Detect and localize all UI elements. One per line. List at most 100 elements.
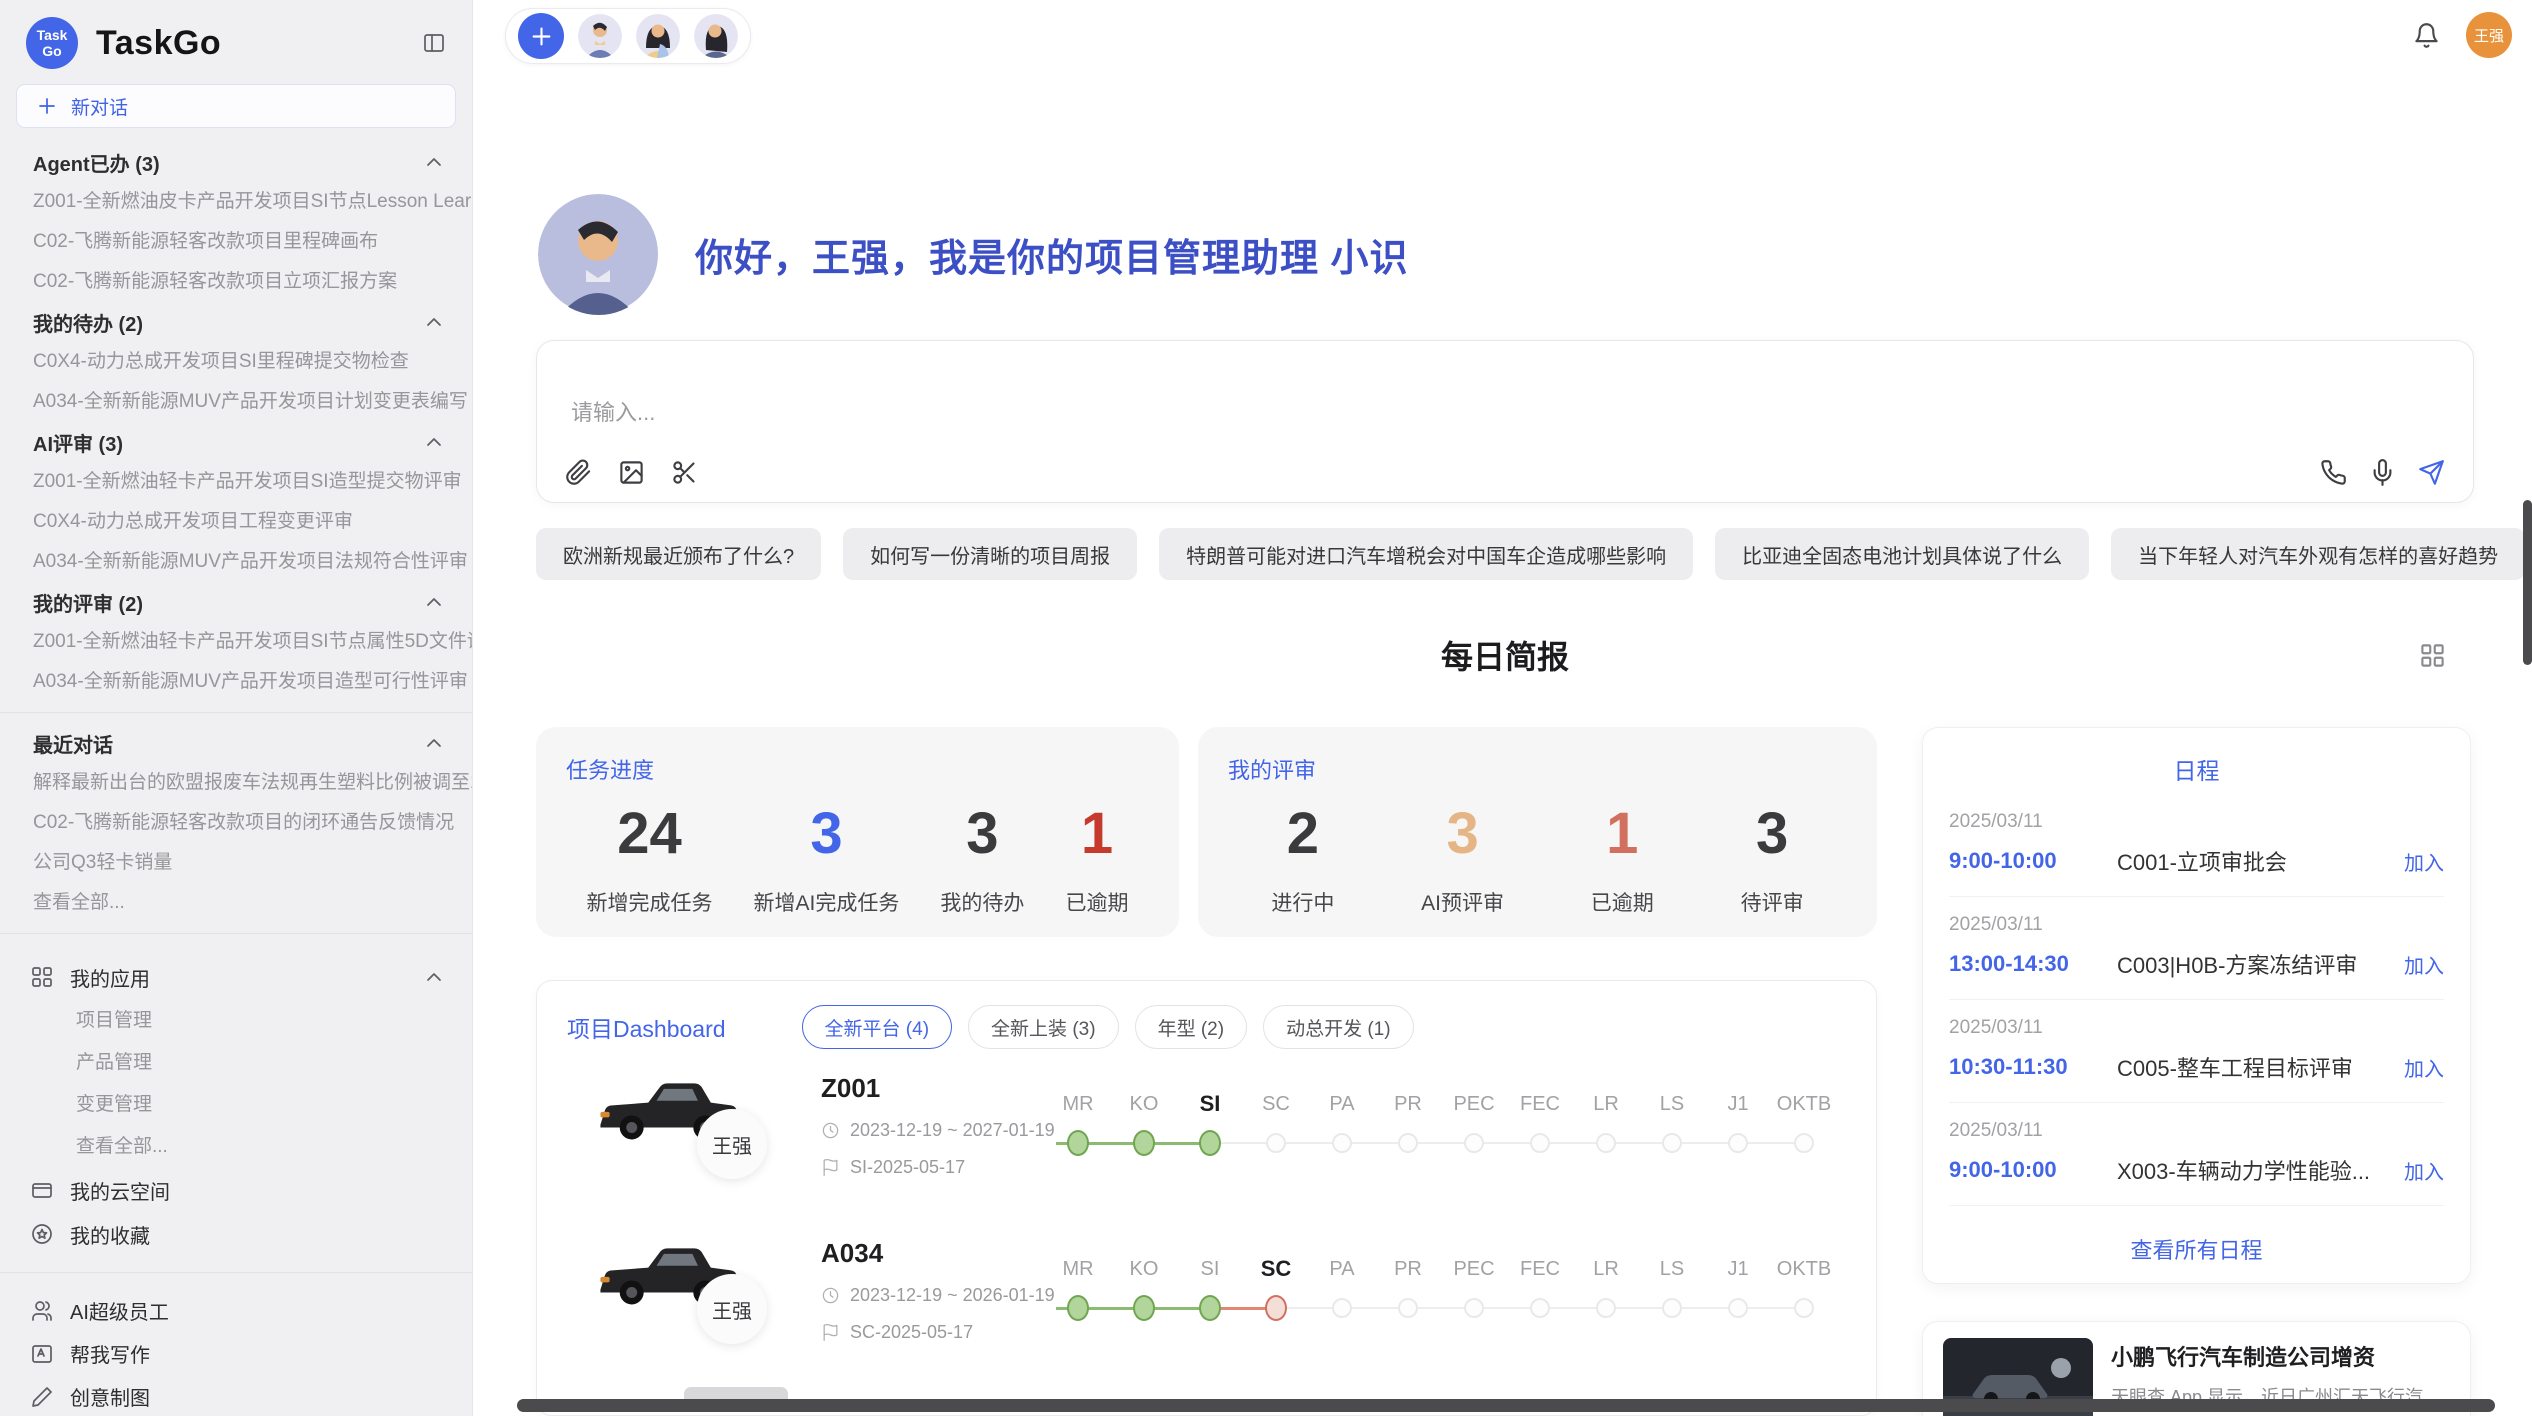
sidebar-item-favorites[interactable]: 我的收藏 (0, 1212, 472, 1256)
my-review-title: 我的评审 (1228, 753, 1847, 785)
milestone-dot (1662, 1133, 1682, 1153)
schedule-name: C001-立项审批会 (2117, 845, 2392, 877)
section-my-review[interactable]: 我的评审 (2) (0, 582, 472, 622)
chevron-up-icon[interactable] (422, 590, 446, 614)
schedule-panel: 日程 2025/03/11 9:00-10:00 C001-立项审批会 加入 2… (1922, 727, 2471, 1284)
sidebar-collapse-icon[interactable] (422, 31, 446, 55)
layout-grid-icon[interactable] (2419, 642, 2446, 669)
sidebar-item[interactable]: Z001-全新燃油轻卡产品开发项目SI造型提交物评审 (0, 462, 472, 502)
project-code: A034 (821, 1238, 1055, 1269)
project-date-range: 2023-12-19 ~ 2026-01-19 (850, 1285, 1055, 1306)
sidebar-app-project-mgmt[interactable]: 项目管理 (0, 1000, 472, 1042)
sidebar-item[interactable]: Z001-全新燃油皮卡产品开发项目SI节点Lesson Learn报告 (0, 182, 472, 222)
project-owner-badge: 王强 (697, 1109, 767, 1179)
project-code: Z001 (821, 1073, 1055, 1104)
schedule-date: 2025/03/11 (1949, 1017, 2444, 1039)
notification-bell-icon[interactable] (2413, 22, 2440, 49)
suggestion-chip[interactable]: 当下年轻人对汽车外观有怎样的喜好趋势 (2111, 528, 2525, 580)
schedule-name: X003-车辆动力学性能验... (2117, 1154, 2392, 1186)
clock-icon (821, 1121, 840, 1140)
section-recent-chats[interactable]: 最近对话 (0, 723, 472, 763)
microphone-icon[interactable] (2369, 459, 2396, 486)
section-agent-done[interactable]: Agent已办 (3) (0, 142, 472, 182)
view-all-schedule-link[interactable]: 查看所有日程 (1949, 1219, 2444, 1265)
attachment-icon[interactable] (565, 459, 592, 486)
chevron-up-icon[interactable] (422, 150, 446, 174)
join-link[interactable]: 加入 (2404, 950, 2444, 979)
suggestion-chip[interactable]: 欧洲新规最近颁布了什么? (536, 528, 821, 580)
app-root: Task Go TaskGo 新对话 Agent已办 (3) Z001-全新燃油… (0, 0, 2532, 1416)
send-icon[interactable] (2418, 459, 2445, 486)
sidebar-item-ai-super-staff[interactable]: AI超级员工 (0, 1289, 472, 1332)
phone-icon[interactable] (2320, 459, 2347, 486)
tab-powertrain[interactable]: 动总开发 (1) (1263, 1005, 1414, 1049)
sidebar-item-help-write[interactable]: 帮我写作 (0, 1332, 472, 1375)
main-area: 王强 你好，王强，我是你的项目管理助理 小识 (473, 0, 2532, 1416)
logo-row: Task Go TaskGo (0, 14, 472, 72)
new-chat-button[interactable]: 新对话 (16, 84, 456, 128)
sidebar-item[interactable]: C0X4-动力总成开发项目工程变更评审 (0, 502, 472, 542)
horizontal-scrollbar[interactable] (517, 1399, 2495, 1412)
milestone-dot (1596, 1133, 1616, 1153)
recent-chat-item[interactable]: 解释最新出台的欧盟报废车法规再生塑料比例被调至15%... (0, 763, 472, 803)
tab-year-model[interactable]: 年型 (2) (1135, 1005, 1248, 1049)
sidebar-item[interactable]: C02-飞腾新能源轻客改款项目里程碑画布 (0, 222, 472, 262)
sidebar-app-product-mgmt[interactable]: 产品管理 (0, 1042, 472, 1084)
sidebar-item-creative-draw[interactable]: 创意制图 (0, 1375, 472, 1416)
section-my-todo[interactable]: 我的待办 (2) (0, 302, 472, 342)
people-icon (30, 1299, 54, 1323)
join-link[interactable]: 加入 (2404, 1053, 2444, 1082)
join-link[interactable]: 加入 (2404, 847, 2444, 876)
join-link[interactable]: 加入 (2404, 1156, 2444, 1185)
sidebar-item[interactable]: A034-全新新能源MUV产品开发项目计划变更表编写 (0, 382, 472, 422)
chevron-up-icon[interactable] (422, 731, 446, 755)
task-progress-card: 任务进度 24 新增完成任务 3 新增AI完成任务 3 我的待办 1 已逾期 (536, 727, 1179, 937)
sidebar-item[interactable]: A034-全新新能源MUV产品开发项目造型可行性评审 (0, 662, 472, 702)
avatar[interactable] (578, 14, 622, 58)
recent-chat-item[interactable]: 公司Q3轻卡销量 (0, 843, 472, 883)
logo-text-bottom: Go (42, 43, 61, 59)
chevron-up-icon[interactable] (422, 965, 446, 989)
chevron-up-icon[interactable] (422, 430, 446, 454)
avatar[interactable] (636, 14, 680, 58)
chat-input[interactable] (565, 367, 2445, 459)
tab-new-body[interactable]: 全新上装 (3) (968, 1005, 1119, 1049)
section-ai-review[interactable]: AI评审 (3) (0, 422, 472, 462)
milestone-dot (1133, 1130, 1155, 1156)
schedule-entry: 2025/03/11 13:00-14:30 C003|H0B-方案冻结评审 加… (1949, 897, 2444, 1000)
suggestion-chip[interactable]: 如何写一份清晰的项目周报 (843, 528, 1137, 580)
project-row[interactable]: 王强 A034 2023-12-19 ~ 2026-01-19 SC-2025-… (537, 1216, 1876, 1381)
scissors-icon[interactable] (671, 459, 698, 486)
sidebar-item[interactable]: C02-飞腾新能源轻客改款项目立项汇报方案 (0, 262, 472, 302)
sidebar-app-change-mgmt[interactable]: 变更管理 (0, 1084, 472, 1126)
recent-view-all[interactable]: 查看全部... (0, 883, 472, 923)
add-agent-button[interactable] (518, 13, 564, 59)
user-avatar[interactable]: 王强 (2466, 12, 2512, 58)
app-title: TaskGo (96, 24, 221, 63)
tab-new-platform[interactable]: 全新平台 (4) (802, 1005, 953, 1049)
section-my-apps[interactable]: 我的应用 (0, 954, 472, 1000)
apps-view-all[interactable]: 查看全部... (0, 1126, 472, 1168)
sidebar-item[interactable]: C0X4-动力总成开发项目SI里程碑提交物检查 (0, 342, 472, 382)
project-row[interactable]: 王强 Z001 2023-12-19 ~ 2027-01-19 SI-2025-… (537, 1051, 1876, 1216)
suggestion-chip[interactable]: 比亚迪全固态电池计划具体说了什么 (1715, 528, 2089, 580)
sidebar-item-cloud-space[interactable]: 我的云空间 (0, 1168, 472, 1212)
chevron-up-icon[interactable] (422, 310, 446, 334)
suggestion-chip[interactable]: 特朗普可能对进口汽车增税会对中国车企造成哪些影响 (1159, 528, 1693, 580)
avatar[interactable] (694, 14, 738, 58)
milestone-dot (1464, 1298, 1484, 1318)
stat-new-done: 24 新增完成任务 (587, 799, 713, 917)
milestone-dot (1794, 1133, 1814, 1153)
greeting-text: 你好，王强，我是你的项目管理助理 小识 (695, 227, 1409, 282)
composer-toolbar (565, 459, 2445, 486)
sidebar-item[interactable]: Z001-全新燃油轻卡产品开发项目SI节点属性5D文件评审 (0, 622, 472, 662)
sidebar-item[interactable]: A034-全新新能源MUV产品开发项目法规符合性评审 (0, 542, 472, 582)
divider (0, 933, 472, 934)
recent-chat-item[interactable]: C02-飞腾新能源轻客改款项目的闭环通告反馈情况 (0, 803, 472, 843)
composer-left-icons (565, 459, 698, 486)
dashboard-title: 项目Dashboard (567, 1010, 726, 1044)
greeting: 你好，王强，我是你的项目管理助理 小识 (538, 194, 1409, 315)
vertical-scrollbar[interactable] (2523, 500, 2532, 665)
image-icon[interactable] (618, 459, 645, 486)
sidebar-sections: Agent已办 (3) Z001-全新燃油皮卡产品开发项目SI节点Lesson … (0, 142, 472, 1416)
